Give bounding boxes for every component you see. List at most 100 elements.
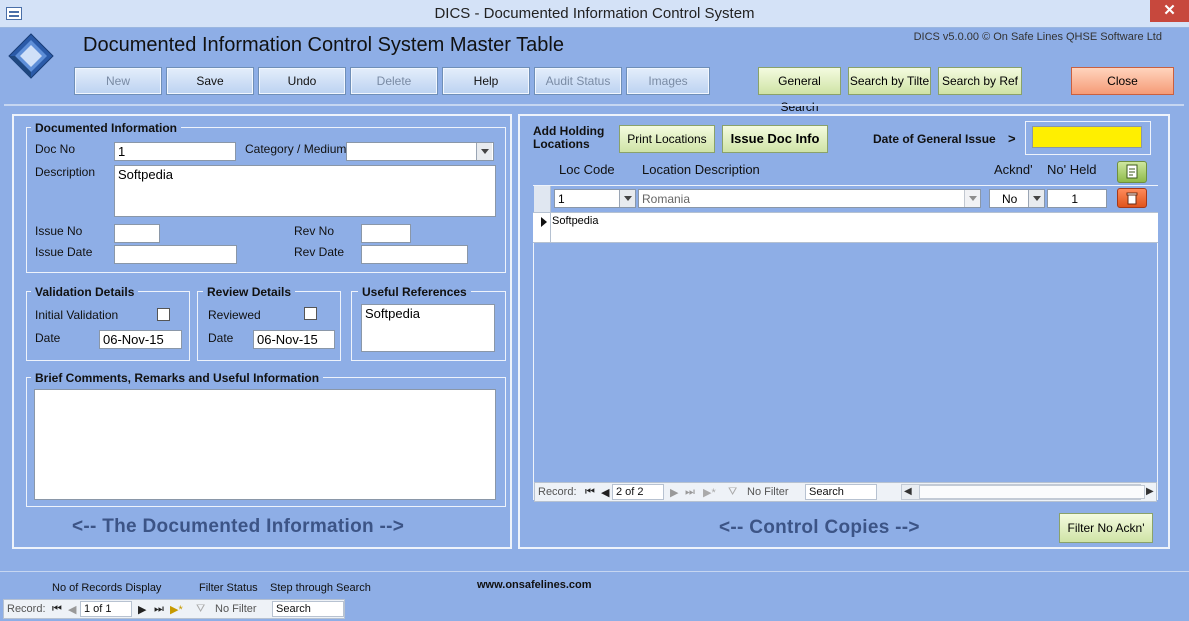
next-record-icon[interactable]: ▶ xyxy=(670,486,678,499)
general-issue-arrow-label: > xyxy=(1008,131,1016,146)
issue-no-label: Issue No xyxy=(35,224,83,238)
rev-date-field[interactable] xyxy=(361,245,468,264)
issue-date-field[interactable] xyxy=(114,245,237,264)
validation-details-group xyxy=(26,291,190,361)
close-button[interactable]: Close xyxy=(1071,67,1174,95)
useful-references-field[interactable]: Softpedia xyxy=(361,304,495,352)
acknd-header: Acknd' xyxy=(994,162,1033,177)
description-label: Description xyxy=(35,165,96,179)
category-dropdown-chevron-icon[interactable] xyxy=(476,143,492,160)
search-by-title-button[interactable]: Search by Tilte xyxy=(848,67,931,95)
main-prev-record-icon[interactable]: ◀ xyxy=(68,603,76,616)
audit-status-button[interactable]: Audit Status xyxy=(534,67,622,95)
comments-field[interactable] xyxy=(34,389,496,500)
rev-no-label: Rev No xyxy=(294,224,335,238)
delete-location-button[interactable] xyxy=(1117,188,1147,208)
table-row xyxy=(533,212,1158,243)
description-field[interactable]: Softpedia xyxy=(114,165,496,217)
issue-doc-info-button[interactable]: Issue Doc Info xyxy=(722,125,828,153)
comments-title: Brief Comments, Remarks and Useful Infor… xyxy=(31,371,324,385)
add-record-icon xyxy=(1126,164,1138,179)
window-close-button[interactable]: ✕ xyxy=(1150,0,1189,22)
review-details-group xyxy=(197,291,341,361)
website-label: www.onsafelines.com xyxy=(477,579,592,591)
general-issue-date-field[interactable] xyxy=(1032,126,1142,148)
scroll-left-icon[interactable]: ◀ xyxy=(904,486,912,497)
new-record-icon[interactable]: ▶* xyxy=(703,486,716,499)
first-record-icon[interactable]: ⏮ xyxy=(585,486,595,499)
issue-date-label: Issue Date xyxy=(35,245,93,259)
documented-information-caption: <-- The Documented Information --> xyxy=(72,516,405,537)
subform-record-position[interactable]: 2 of 2 xyxy=(612,484,664,500)
validation-date-field[interactable]: 06-Nov-15 xyxy=(99,330,182,349)
general-search-button[interactable]: General Search xyxy=(758,67,841,114)
date-of-general-issue-label: Date of General Issue xyxy=(873,132,996,146)
window-title: DICS - Documented Information Control Sy… xyxy=(434,5,755,22)
main-filter-icon: ⛛ xyxy=(196,603,206,615)
filter-no-ackn-button[interactable]: Filter No Ackn' xyxy=(1059,513,1153,543)
scrollbar-thumb[interactable] xyxy=(919,485,1145,499)
subform-record-label: Record: xyxy=(538,486,577,498)
loc-desc-field[interactable]: Romania xyxy=(638,189,981,208)
useful-references-title: Useful References xyxy=(358,285,471,299)
initial-validation-checkbox[interactable] xyxy=(157,308,170,321)
main-record-position[interactable]: 1 of 1 xyxy=(80,601,132,617)
control-copies-caption: <-- Control Copies --> xyxy=(719,517,920,538)
footer-divider xyxy=(0,571,1189,572)
new-row-loc-code[interactable]: Softpedia xyxy=(552,215,598,227)
reviewed-checkbox[interactable] xyxy=(304,307,317,320)
main-search-input[interactable]: Search xyxy=(272,601,344,617)
subform-record-navigator: Record: ⏮ ◀ 2 of 2 ▶ ⏭ ▶* ⛛ No Filter Se… xyxy=(534,482,1157,502)
main-filter-status[interactable]: No Filter xyxy=(215,603,257,615)
review-date-label: Date xyxy=(208,331,234,345)
app-logo-icon xyxy=(8,33,54,79)
no-held-header: No' Held xyxy=(1047,162,1097,177)
images-button[interactable]: Images xyxy=(626,67,710,95)
subform-search-input[interactable]: Search xyxy=(805,484,877,500)
search-by-ref-button[interactable]: Search by Ref xyxy=(938,67,1022,95)
review-details-title: Review Details xyxy=(203,285,296,299)
review-date-field[interactable]: 06-Nov-15 xyxy=(253,330,335,349)
no-held-field[interactable]: 1 xyxy=(1047,189,1107,208)
loc-code-header: Loc Code xyxy=(559,162,615,177)
row-selector[interactable] xyxy=(534,186,551,212)
main-next-record-icon[interactable]: ▶ xyxy=(138,603,146,616)
add-location-button[interactable] xyxy=(1117,161,1147,183)
print-locations-button[interactable]: Print Locations xyxy=(619,125,715,153)
filter-status-label: Filter Status xyxy=(199,582,258,594)
rev-date-label: Rev Date xyxy=(294,245,345,259)
main-last-record-icon[interactable]: ⏭ xyxy=(154,603,164,616)
last-record-icon[interactable]: ⏭ xyxy=(685,486,695,499)
doc-no-field[interactable]: 1 xyxy=(114,142,236,161)
delete-button[interactable]: Delete xyxy=(350,67,438,95)
subform-filter-status[interactable]: No Filter xyxy=(747,486,789,498)
validation-date-label: Date xyxy=(35,331,61,345)
main-new-record-icon[interactable]: ▶* xyxy=(170,603,183,616)
scroll-right-icon[interactable]: ▶ xyxy=(1146,486,1154,497)
loc-desc-chevron-down-icon[interactable] xyxy=(964,190,980,207)
new-button[interactable]: New xyxy=(74,67,162,95)
current-record-pointer-icon xyxy=(541,217,547,227)
prev-record-icon[interactable]: ◀ xyxy=(601,486,609,499)
records-display-label: No of Records Display xyxy=(52,582,162,594)
documented-information-title: Documented Information xyxy=(31,121,182,135)
acknd-chevron-down-icon[interactable] xyxy=(1028,190,1044,207)
validation-details-title: Validation Details xyxy=(31,285,139,299)
issue-no-field[interactable] xyxy=(114,224,160,243)
trash-icon xyxy=(1126,192,1138,205)
help-button[interactable]: Help xyxy=(442,67,530,95)
reviewed-label: Reviewed xyxy=(208,308,261,322)
main-first-record-icon[interactable]: ⏮ xyxy=(52,603,62,616)
step-search-label: Step through Search xyxy=(270,582,371,594)
category-label: Category / Medium xyxy=(245,142,347,156)
loc-code-chevron-down-icon[interactable] xyxy=(619,190,635,207)
window-title-bar: DICS - Documented Information Control Sy… xyxy=(0,0,1189,28)
add-holding-locations-label: Add Holding Locations xyxy=(533,124,605,151)
undo-button[interactable]: Undo xyxy=(258,67,346,95)
footer: No of Records Display Filter Status Step… xyxy=(0,568,1189,621)
rev-no-field[interactable] xyxy=(361,224,411,243)
category-select[interactable] xyxy=(346,142,494,161)
main-record-label: Record: xyxy=(7,603,46,615)
save-button[interactable]: Save xyxy=(166,67,254,95)
page-title: Documented Information Control System Ma… xyxy=(83,34,564,56)
